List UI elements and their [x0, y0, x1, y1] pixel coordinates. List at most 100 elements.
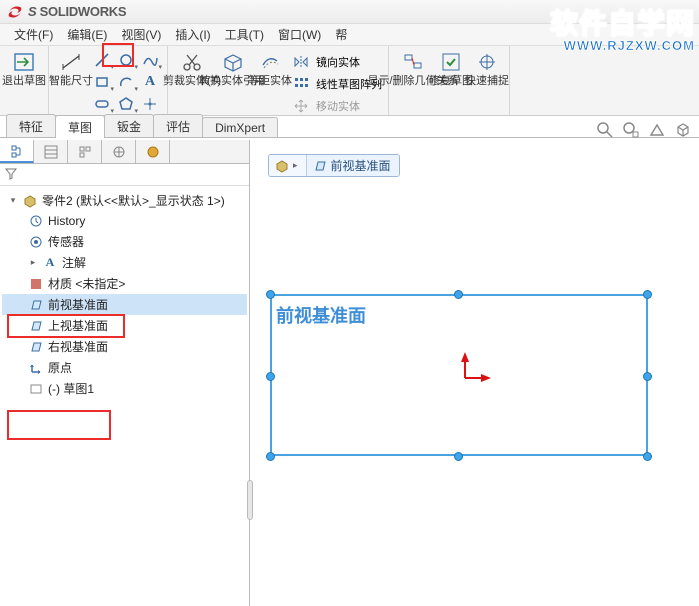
- mirror-icon: [290, 52, 312, 72]
- plane-icon: [28, 297, 44, 313]
- menu-help[interactable]: 帮: [329, 24, 353, 45]
- handle-ml[interactable]: [266, 372, 275, 381]
- fm-tab-dimxpert[interactable]: [102, 140, 136, 163]
- tab-dimxpert[interactable]: DimXpert: [202, 117, 278, 137]
- collapse-icon[interactable]: ▾: [8, 196, 18, 206]
- tree-top-plane[interactable]: 上视基准面: [2, 315, 247, 336]
- tab-evaluate[interactable]: 评估: [153, 114, 203, 137]
- plane-icon: [28, 339, 44, 355]
- exit-sketch-button[interactable]: 退出草图: [4, 48, 44, 90]
- offset-entities-button[interactable]: 等距实体: [252, 48, 288, 90]
- part-icon: [275, 159, 289, 173]
- menu-file[interactable]: 文件(F): [8, 24, 59, 45]
- sketch-tools-grid: ▾ ▾ ▾ ▾ ▾ A ▾ ▾: [89, 48, 163, 116]
- tab-features[interactable]: 特征: [6, 114, 56, 137]
- splitter-handle[interactable]: [247, 480, 253, 520]
- smart-dimension-button[interactable]: 智能尺寸: [53, 48, 89, 90]
- line-tool-button[interactable]: ▾: [91, 50, 113, 70]
- expand-icon[interactable]: ▸: [28, 258, 38, 268]
- mirror-button[interactable]: 镜向实体: [316, 54, 360, 70]
- menu-view[interactable]: 视图(V): [115, 24, 167, 45]
- plane-icon: [313, 159, 327, 173]
- fm-tab-tree[interactable]: [0, 140, 34, 163]
- handle-tm[interactable]: [454, 290, 463, 299]
- menu-window[interactable]: 窗口(W): [272, 24, 327, 45]
- material-icon: [28, 276, 44, 292]
- handle-tr[interactable]: [643, 290, 652, 299]
- show-hide-relations-button[interactable]: 显示/删除几何关系: [393, 48, 433, 90]
- section-view-icon[interactable]: [647, 120, 667, 140]
- handle-mr[interactable]: [643, 372, 652, 381]
- fm-tab-spacer: [170, 140, 249, 163]
- ribbon: 退出草图 智能尺寸 ▾ ▾ ▾ ▾ ▾ A ▾ ▾: [0, 46, 699, 116]
- handle-tl[interactable]: [266, 290, 275, 299]
- convert-entities-button[interactable]: 转换实体引用: [212, 48, 252, 90]
- rectangle-tool-button[interactable]: ▾: [91, 72, 113, 92]
- tree-sensors[interactable]: 传感器: [2, 231, 247, 252]
- tree-sketch1[interactable]: (-) 草图1: [2, 378, 247, 399]
- tree-right-plane[interactable]: 右视基准面: [2, 336, 247, 357]
- tree-root[interactable]: ▾ 零件2 (默认<<默认>_显示状态 1>): [2, 190, 247, 211]
- tree-sketch1-label: (-) 草图1: [48, 380, 94, 397]
- move-entities-button: 移动实体: [316, 98, 360, 114]
- point-tool-button[interactable]: [139, 94, 161, 114]
- fm-tab-property[interactable]: [34, 140, 68, 163]
- smart-dimension-label: 智能尺寸: [49, 76, 93, 88]
- fm-tab-config[interactable]: [68, 140, 102, 163]
- tree-annotations[interactable]: ▸ A 注解: [2, 252, 247, 273]
- main-area: ▾ 零件2 (默认<<默认>_显示状态 1>) History 传感器 ▸ A …: [0, 140, 699, 606]
- filter-row[interactable]: [0, 164, 249, 186]
- solidworks-logo-icon: [6, 3, 24, 21]
- repair-sketch-button[interactable]: 修复草图: [433, 48, 469, 90]
- origin-icon: [28, 360, 44, 376]
- exit-sketch-icon: [12, 50, 36, 74]
- menu-tools[interactable]: 工具(T): [219, 24, 270, 45]
- polygon-tool-button[interactable]: ▾: [115, 94, 137, 114]
- tree-annotations-label: 注解: [62, 254, 86, 271]
- graphics-area[interactable]: ▸ 前视基准面 前视基准面: [250, 140, 699, 606]
- filter-icon: [4, 166, 18, 180]
- breadcrumb-plane[interactable]: 前视基准面: [307, 155, 399, 176]
- tree-history-label: History: [48, 214, 85, 228]
- tree-origin[interactable]: 原点: [2, 357, 247, 378]
- ribbon-group-exit: 退出草图: [0, 46, 49, 115]
- menu-edit[interactable]: 编辑(E): [61, 24, 113, 45]
- tree-history[interactable]: History: [2, 211, 247, 231]
- move-entities-icon: [290, 96, 312, 116]
- slot-tool-button[interactable]: ▾: [91, 94, 113, 114]
- convert-entities-icon: [220, 50, 244, 74]
- handle-bm[interactable]: [454, 452, 463, 461]
- breadcrumb-part[interactable]: ▸: [269, 155, 307, 176]
- text-tool-button[interactable]: A: [139, 72, 161, 92]
- tree-material[interactable]: 材质 <未指定>: [2, 273, 247, 294]
- tab-sheetmetal[interactable]: 钣金: [104, 114, 154, 137]
- repair-sketch-icon: [439, 50, 463, 74]
- feature-manager: ▾ 零件2 (默认<<默认>_显示状态 1>) History 传感器 ▸ A …: [0, 140, 250, 606]
- quick-snap-button[interactable]: 快速捕捉: [469, 48, 505, 90]
- plane-boundary[interactable]: [270, 294, 648, 456]
- breadcrumb-plane-label: 前视基准面: [331, 157, 391, 174]
- history-icon: [28, 213, 44, 229]
- headsup-toolbar: [595, 120, 693, 140]
- tree-root-label: 零件2 (默认<<默认>_显示状态 1>): [42, 192, 225, 209]
- spline-tool-button[interactable]: ▾: [139, 50, 161, 70]
- app-name: S SOLIDWORKS: [28, 4, 126, 19]
- zoom-fit-icon[interactable]: [595, 120, 615, 140]
- arc-tool-button[interactable]: ▾: [115, 72, 137, 92]
- fm-tab-appearance[interactable]: [136, 140, 170, 163]
- tree-top-plane-label: 上视基准面: [48, 317, 108, 334]
- tab-sketch[interactable]: 草图: [55, 115, 105, 138]
- handle-br[interactable]: [643, 452, 652, 461]
- tree-front-plane[interactable]: 前视基准面: [2, 294, 247, 315]
- zoom-area-icon[interactable]: [621, 120, 641, 140]
- annotations-icon: A: [42, 255, 58, 271]
- menu-insert[interactable]: 插入(I): [169, 24, 216, 45]
- view-orientation-icon[interactable]: [673, 120, 693, 140]
- offset-entities-label: 等距实体: [248, 76, 292, 88]
- exit-sketch-label: 退出草图: [2, 76, 46, 88]
- circle-tool-button[interactable]: ▾: [115, 50, 137, 70]
- plane-icon: [28, 318, 44, 334]
- relations-icon: [401, 50, 425, 74]
- handle-bl[interactable]: [266, 452, 275, 461]
- quick-snap-icon: [475, 50, 499, 74]
